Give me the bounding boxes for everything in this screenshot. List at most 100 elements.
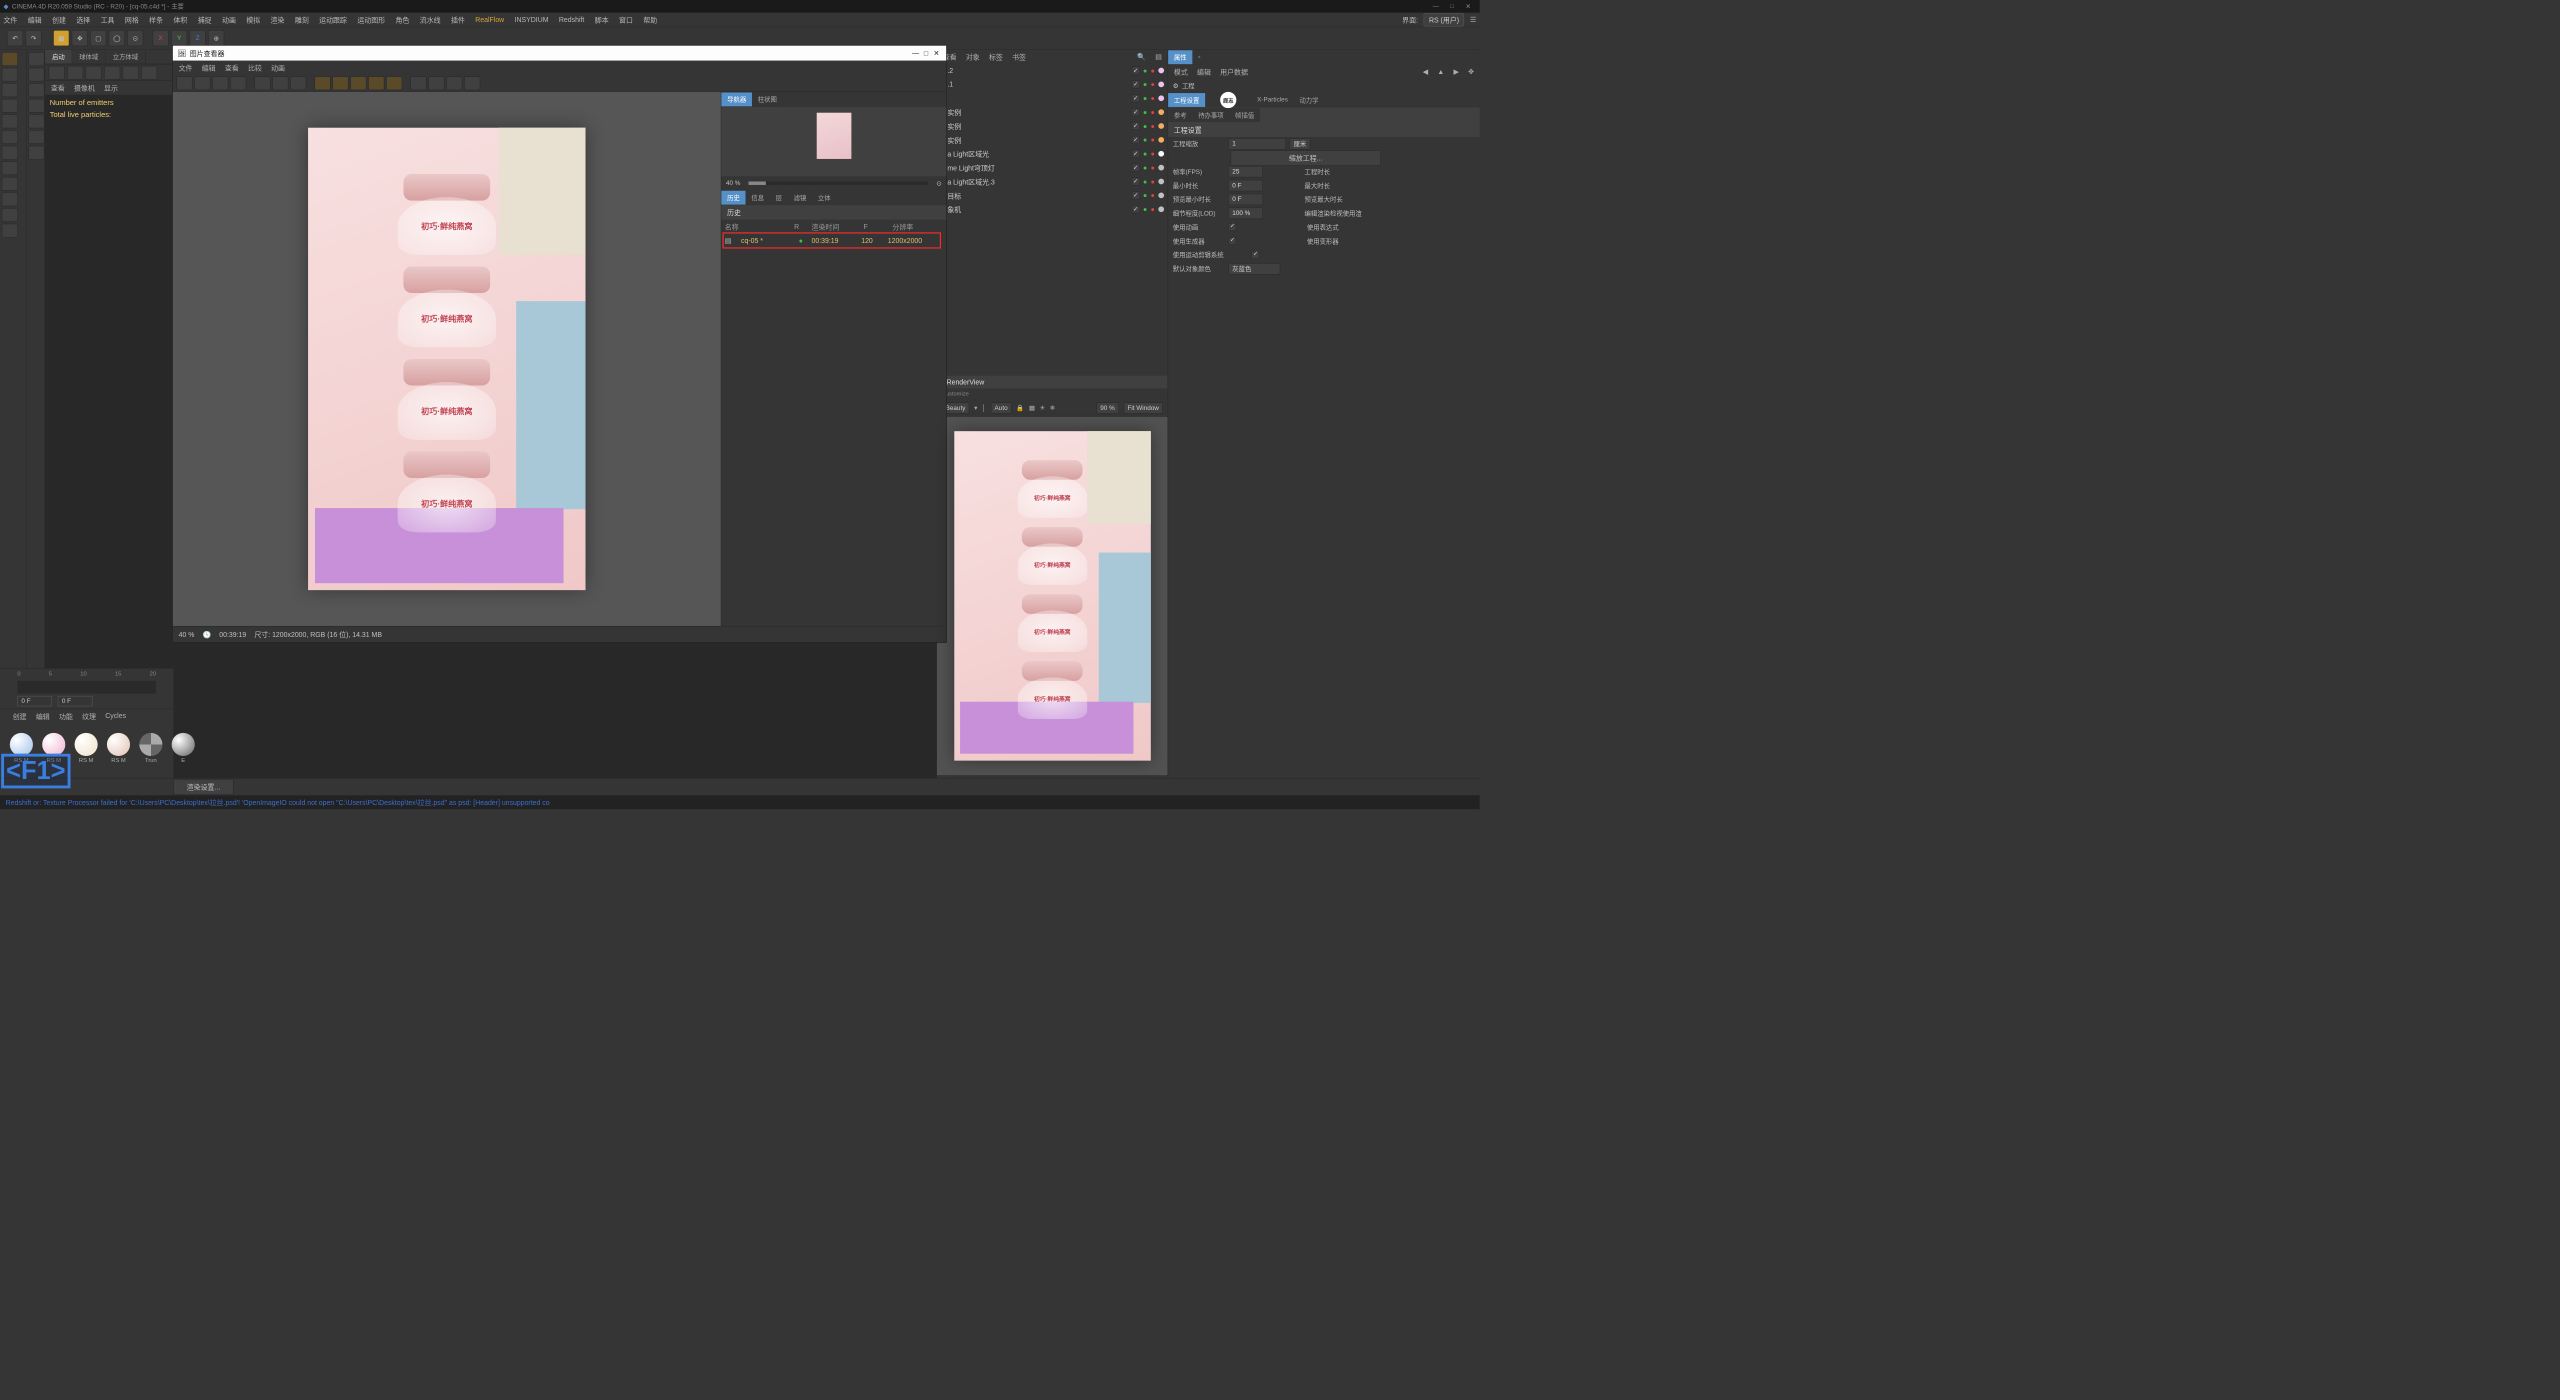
object-row[interactable]: ▸实例●● <box>937 133 1168 147</box>
pv-tab-filter[interactable]: 滤镜 <box>788 191 812 205</box>
y-axis-lock[interactable]: Y <box>171 30 187 46</box>
mat-menu-edit[interactable]: 编辑 <box>36 712 50 722</box>
camera-icon[interactable] <box>2 130 18 144</box>
minimize-button[interactable]: — <box>1428 3 1444 10</box>
object-row[interactable]: ▸.2●● <box>937 64 1168 78</box>
object-row[interactable]: ▸实例●● <box>937 119 1168 133</box>
mat-menu-cycles[interactable]: Cycles <box>105 712 126 722</box>
object-row[interactable]: ▸a Light区域光.3●● <box>937 175 1168 189</box>
recent-tool[interactable]: ⊙ <box>127 30 143 46</box>
menu-14[interactable]: 运动图形 <box>357 15 385 25</box>
chk-useanim[interactable] <box>1228 223 1236 231</box>
timeline-out[interactable] <box>58 696 93 706</box>
material-ball[interactable]: RS M <box>72 733 101 764</box>
pv-tab-info[interactable]: 信息 <box>746 191 770 205</box>
pv-tab-navigator[interactable]: 导航器 <box>721 92 752 106</box>
menu-13[interactable]: 运动跟踪 <box>319 15 347 25</box>
subtab-interp[interactable]: 帧插值 <box>1229 108 1260 122</box>
pv-menu-anim[interactable]: 动画 <box>271 63 285 73</box>
maximize-button[interactable]: □ <box>1444 3 1460 10</box>
workplane-icon[interactable] <box>28 146 44 160</box>
rotate-tool[interactable]: ◯ <box>109 30 125 46</box>
subtool-6[interactable] <box>141 66 157 80</box>
pv-single-icon[interactable] <box>290 76 306 90</box>
object-row[interactable]: ▸me Light穹顶灯●● <box>937 161 1168 175</box>
attr-mode-icon[interactable]: ✥ <box>1468 68 1474 76</box>
poly-mode-icon[interactable] <box>28 114 44 128</box>
inp-fps[interactable] <box>1228 166 1263 178</box>
attr-layer-tab[interactable]: ▫ <box>1192 51 1206 63</box>
menu-5[interactable]: 网格 <box>125 15 139 25</box>
chk-usemot[interactable] <box>1251 251 1259 259</box>
menu-22[interactable]: 窗口 <box>619 15 633 25</box>
pv-layout1-icon[interactable] <box>314 76 330 90</box>
material-ball[interactable]: Trun <box>136 733 165 764</box>
object-row[interactable]: ▸.1●● <box>937 77 1168 91</box>
menu-20[interactable]: Redshift <box>559 16 584 24</box>
pv-layout5-icon[interactable] <box>386 76 402 90</box>
primitive-cube-icon[interactable] <box>2 52 18 66</box>
generator-icon[interactable] <box>2 83 18 97</box>
pv-play-icon[interactable] <box>464 76 480 90</box>
navigator-thumb-area[interactable] <box>721 107 946 176</box>
menu-7[interactable]: 体积 <box>173 15 187 25</box>
obj-filter-icon[interactable]: ▤ <box>1155 53 1162 61</box>
vp-menu-view[interactable]: 查看 <box>51 83 65 93</box>
menu-0[interactable]: 文件 <box>3 15 17 25</box>
chk-usegen[interactable] <box>1228 237 1236 245</box>
inp-scale[interactable] <box>1228 138 1286 150</box>
rsv-lock-icon[interactable]: 🔒 <box>1016 404 1024 412</box>
rsv-sun-icon[interactable]: ☀ <box>1039 404 1045 412</box>
rsv-down-icon[interactable]: ▾ <box>974 404 977 412</box>
tab-xparticles[interactable]: X-Particles <box>1251 94 1293 106</box>
pv-titlebar[interactable]: 🖼 图片查看器 — □ ✕ <box>173 46 946 61</box>
pv-delete-icon[interactable] <box>230 76 246 90</box>
mat-menu-func[interactable]: 功能 <box>59 712 73 722</box>
inp-pmin[interactable] <box>1228 194 1263 206</box>
tab-project-settings[interactable]: 工程设置 <box>1168 93 1205 107</box>
mat-menu-create[interactable]: 创建 <box>13 712 27 722</box>
pv-canvas[interactable]: 初巧·鲜纯燕窝 初巧·鲜纯燕窝 初巧·鲜纯燕窝 初巧·鲜纯燕窝 <box>173 92 721 626</box>
rsv-grid-icon[interactable]: ▦ <box>1029 404 1035 412</box>
axis-world[interactable]: ⊕ <box>208 30 224 46</box>
light-icon[interactable] <box>2 146 18 160</box>
volume-icon[interactable] <box>2 208 18 222</box>
menu-17[interactable]: 插件 <box>451 15 465 25</box>
btn-scale-project[interactable]: 缩放工程... <box>1231 150 1381 166</box>
menu-1[interactable]: 编辑 <box>28 15 42 25</box>
pv-tab-layer[interactable]: 层 <box>770 191 788 205</box>
attr-back-icon[interactable]: ◀ <box>1423 68 1428 76</box>
scene-icon[interactable] <box>2 161 18 175</box>
attr-fwd-icon[interactable]: ▶ <box>1453 68 1458 76</box>
pv-tab-history[interactable]: 历史 <box>721 191 745 205</box>
pv-layout4-icon[interactable] <box>368 76 384 90</box>
z-axis-lock[interactable]: Z <box>190 30 206 46</box>
inp-mintime[interactable] <box>1228 180 1263 192</box>
pv-ab-icon[interactable] <box>428 76 444 90</box>
menu-16[interactable]: 流水线 <box>420 15 441 25</box>
attr-panel-tab[interactable]: 属性 <box>1168 50 1192 64</box>
pv-menu-edit[interactable]: 编辑 <box>202 63 216 73</box>
vp-menu-display[interactable]: 显示 <box>104 83 118 93</box>
object-row[interactable]: ▸实例●● <box>937 105 1168 119</box>
snap-icon[interactable] <box>28 130 44 144</box>
timeline[interactable]: 05101520 <box>0 668 173 708</box>
menu-19[interactable]: INSYDIUM <box>515 16 549 24</box>
pv-menu-file[interactable]: 文件 <box>179 63 193 73</box>
pv-revert-icon[interactable] <box>212 76 228 90</box>
close-button[interactable]: ✕ <box>1460 3 1476 11</box>
pv-layout3-icon[interactable] <box>350 76 366 90</box>
obj-menu-bookmarks[interactable]: 书签 <box>1012 52 1026 62</box>
menu-23[interactable]: 帮助 <box>643 15 657 25</box>
rsv-snow-icon[interactable]: ❄ <box>1050 404 1055 412</box>
mat-menu-tex[interactable]: 纹理 <box>82 712 96 722</box>
pv-tab-histogram[interactable]: 柱状图 <box>752 92 783 106</box>
tab-dynamics[interactable]: 动力学 <box>1294 93 1325 107</box>
pv-swap-icon[interactable] <box>446 76 462 90</box>
point-mode-icon[interactable] <box>28 83 44 97</box>
pv-menu-compare[interactable]: 比较 <box>248 63 262 73</box>
object-row[interactable]: ▸象机●● <box>937 202 1168 216</box>
obj-menu-tags[interactable]: 标签 <box>989 52 1003 62</box>
subtab-reference[interactable]: 参考 <box>1168 108 1192 122</box>
menu-4[interactable]: 工具 <box>101 15 115 25</box>
